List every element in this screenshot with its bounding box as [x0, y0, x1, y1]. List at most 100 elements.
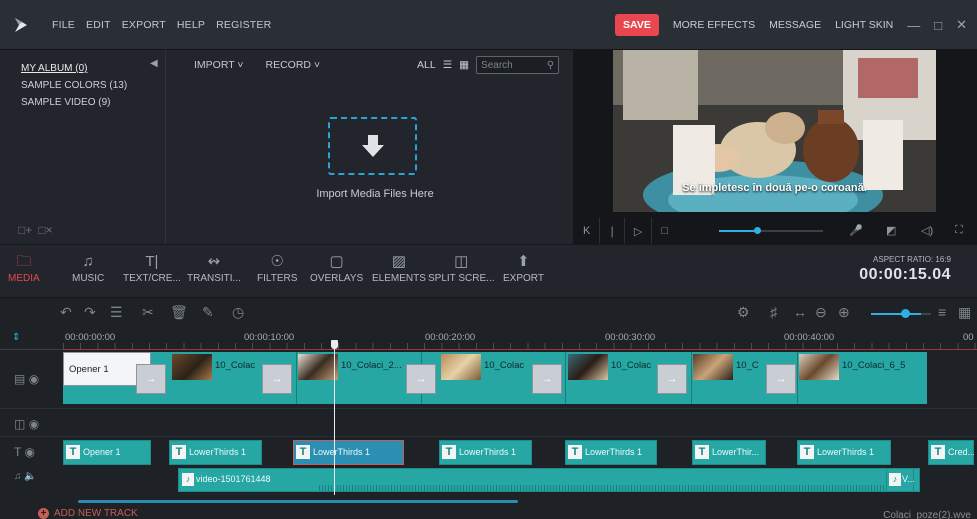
tool-export[interactable]: ⬆ EXPORT	[503, 251, 544, 284]
visibility-icon[interactable]: ◉	[29, 372, 39, 386]
tool-music[interactable]: ♫ MUSIC	[72, 251, 104, 284]
save-button[interactable]: SAVE	[615, 14, 659, 36]
tool-transitions[interactable]: ↭ TRANSITI...	[187, 251, 241, 284]
snap-icon[interactable]: ⇕	[12, 332, 20, 343]
album-item-sample-video[interactable]: SAMPLE VIDEO (9)	[21, 94, 165, 111]
render-icon[interactable]: ⚙	[737, 304, 750, 321]
list-view-icon[interactable]: ☰	[443, 59, 452, 71]
transition-marker[interactable]: →	[657, 364, 687, 394]
cut-icon[interactable]: ✂	[142, 304, 154, 321]
collapse-arrow-icon[interactable]: ◀	[150, 58, 164, 72]
step-forward-icon[interactable]: ∣	[609, 225, 615, 238]
zoom-slider[interactable]	[871, 313, 921, 315]
title-clip[interactable]: T LowerThirds 1	[797, 440, 891, 465]
import-drop-zone[interactable]	[328, 117, 417, 175]
fullscreen-icon[interactable]: ⛶	[955, 224, 963, 237]
title-clip[interactable]: T LowerThirds 1	[169, 440, 262, 465]
video-clip[interactable]: 10_Colaci_2...	[297, 352, 422, 404]
remove-folder-icon[interactable]: □×	[38, 223, 52, 237]
tool-split-screen[interactable]: ◫ SPLIT SCRE...	[428, 251, 495, 284]
transition-marker[interactable]: →	[406, 364, 436, 394]
tool-overlays[interactable]: ▢ OVERLAYS	[310, 251, 363, 284]
zoom-in-icon[interactable]: ⊕	[838, 304, 850, 321]
title-clip[interactable]: T LowerThirds 1	[439, 440, 532, 465]
import-dropdown[interactable]: IMPORT ˅	[194, 59, 244, 71]
redo-icon[interactable]: ↷	[84, 304, 96, 321]
add-new-track-button[interactable]: + ADD NEW TRACK	[38, 508, 138, 519]
duration-icon[interactable]: ◷	[232, 304, 244, 321]
menu-export[interactable]: EXPORT	[122, 19, 166, 31]
tool-text[interactable]: T| TEXT/CRE...	[123, 251, 181, 284]
import-label: IMPORT	[194, 59, 235, 71]
menu-edit[interactable]: EDIT	[86, 19, 111, 31]
fit-icon[interactable]: ↔	[793, 304, 807, 320]
snapshot-icon[interactable]: ◩	[886, 224, 896, 237]
audio-clip[interactable]: ♪ video-1501761448	[178, 468, 920, 492]
record-dropdown[interactable]: RECORD ˅	[266, 59, 321, 71]
playhead[interactable]	[334, 340, 335, 495]
menu-register[interactable]: REGISTER	[216, 19, 271, 31]
transition-marker[interactable]: →	[262, 364, 292, 394]
tool-text-label: TEXT/CRE...	[123, 273, 181, 284]
grid-view-icon[interactable]: ▦	[459, 59, 469, 71]
close-icon[interactable]: ✕	[956, 17, 967, 33]
tool-filters[interactable]: ☉ FILTERS	[257, 251, 297, 284]
list-icon[interactable]: ≡	[938, 304, 946, 320]
tool-overlays-label: OVERLAYS	[310, 273, 364, 284]
playback-slider[interactable]	[719, 227, 823, 234]
zoom-handle[interactable]	[901, 309, 910, 318]
undo-icon[interactable]: ↶	[60, 304, 72, 321]
title-clip-label: LowerThirds 1	[817, 447, 875, 457]
title-clip[interactable]: T Opener 1	[63, 440, 151, 465]
zoom-out-icon[interactable]: ⊖	[815, 304, 827, 321]
title-clip-selected[interactable]: T LowerThirds 1	[293, 440, 404, 465]
audio-clip[interactable]: ♪ V...	[886, 468, 915, 492]
tool-media[interactable]: 🗀 MEDIA	[8, 251, 40, 284]
grid-icon[interactable]: ▦	[958, 304, 971, 321]
light-skin-link[interactable]: LIGHT SKIN	[835, 19, 893, 31]
microphone-icon[interactable]: 🎤	[849, 224, 863, 237]
visibility-icon[interactable]: ◉	[29, 417, 39, 431]
menu-help[interactable]: HELP	[177, 19, 205, 31]
delete-icon[interactable]: 🗑	[170, 304, 188, 321]
audio-mixer-icon[interactable]: ♯	[770, 304, 777, 320]
tool-filters-label: FILTERS	[257, 273, 298, 284]
transition-marker[interactable]: →	[766, 364, 796, 394]
title-clip[interactable]: T LowerThir...	[692, 440, 766, 465]
volume-icon[interactable]: ◁)	[921, 224, 933, 237]
edit-icon[interactable]: ✎	[202, 304, 214, 321]
skip-start-icon[interactable]: K	[583, 225, 590, 237]
title-clip[interactable]: T LowerThirds 1	[565, 440, 657, 465]
title-clip[interactable]: T Cred...	[928, 440, 974, 465]
visibility-icon[interactable]: ◉	[24, 445, 34, 459]
more-effects-link[interactable]: MORE EFFECTS	[673, 19, 755, 31]
search-placeholder: Search	[481, 59, 513, 71]
stop-icon[interactable]: □	[661, 225, 668, 237]
menu-file[interactable]: FILE	[52, 19, 75, 31]
speaker-icon[interactable]: 🔈	[24, 471, 36, 482]
maximize-icon[interactable]: □	[934, 18, 942, 33]
transition-marker[interactable]: →	[136, 364, 166, 394]
playback-handle[interactable]	[754, 227, 762, 234]
audio-clip-icon: ♪	[889, 473, 901, 486]
playhead-handle[interactable]	[331, 340, 338, 349]
adjust-icon[interactable]: ☰	[110, 304, 123, 321]
filter-all[interactable]: ALL	[417, 59, 436, 71]
text-clip-icon: T	[172, 445, 186, 459]
video-clip[interactable]: 10_Colaci_6_5	[798, 352, 927, 404]
album-item-my-album[interactable]: MY ALBUM (0)	[21, 60, 165, 77]
play-icon[interactable]: ▷	[634, 225, 642, 238]
tool-elements[interactable]: ▨ ELEMENTS	[372, 251, 426, 284]
search-input[interactable]: Search ⚲	[476, 56, 560, 74]
minimize-icon[interactable]: —	[907, 18, 920, 33]
import-drop-label: Import Media Files Here	[316, 188, 434, 200]
message-link[interactable]: MESSAGE	[769, 19, 821, 31]
album-item-sample-colors[interactable]: SAMPLE COLORS (13)	[21, 77, 165, 94]
timeline-ruler[interactable]: ⇕ 00:00:00:00 00:00:10:00 00:00:20:00 00…	[0, 328, 977, 350]
share-icon: ⬆	[517, 253, 530, 270]
add-folder-icon[interactable]: □+	[18, 223, 32, 237]
transition-marker[interactable]: →	[532, 364, 562, 394]
text-track-head: T ◉	[0, 445, 60, 459]
clip-thumbnail	[693, 354, 733, 380]
timeline-scrollbar[interactable]	[78, 500, 518, 503]
